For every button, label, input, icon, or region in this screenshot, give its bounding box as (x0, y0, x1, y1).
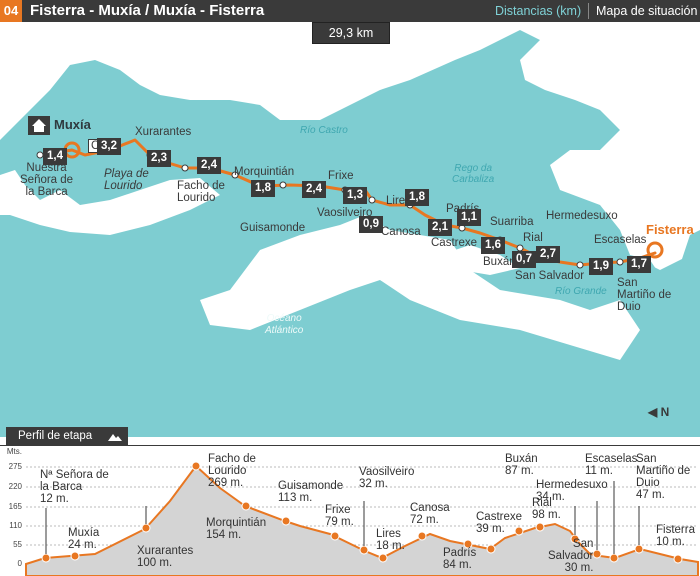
place-canosa: Canosa (381, 226, 421, 238)
profile-label: Guisamonde 113 m. (278, 480, 344, 504)
stage-number-badge: 04 (0, 0, 22, 22)
segment-distance: 2,3 (147, 150, 171, 167)
stage-title: Fisterra - Muxía / Muxía - Fisterra (30, 2, 265, 19)
river-castro-label: Río Castro (300, 125, 348, 136)
profile-label: Xurarantes 100 m. (137, 545, 194, 569)
profile-label: San Martiño de Duio 47 m. (636, 453, 691, 501)
axis-tick: 220 (8, 482, 22, 491)
distances-link[interactable]: Distancias (km) (495, 0, 581, 22)
segment-distance: 2,4 (197, 157, 221, 174)
axis-tick: 110 (9, 521, 22, 530)
segment-distance: 3,2 (97, 138, 121, 155)
place-rial: Rial (523, 232, 543, 244)
profile-label: Castrexe 39 m. (476, 511, 523, 535)
profile-label: San Salvador 30 m. (548, 538, 594, 574)
place-frixe: Frixe (328, 170, 354, 182)
place-fisterra: Fisterra (646, 222, 694, 237)
total-distance-box: 29,3 km (312, 22, 390, 44)
segment-distance: 1,8 (251, 180, 275, 197)
profile-label: Morquintián 154 m. (206, 517, 267, 541)
profile-label: Vaosilveiro 32 m. (359, 466, 415, 490)
profile-label: Frixe 79 m. (325, 504, 354, 528)
axis-unit: Mts. (6, 447, 22, 456)
segment-distance: 1,9 (589, 258, 613, 275)
segment-distance: 2,4 (302, 181, 326, 198)
place-morquintian: Morquintián (234, 166, 295, 178)
elevation-profile: Mts. 275 220 165 110 55 0 Nª Señora de l… (0, 445, 700, 576)
north-label: N (660, 405, 670, 419)
axis-tick: 275 (8, 462, 22, 471)
segment-distance: 1,3 (343, 187, 367, 204)
profile-label: Fisterra 10 m. (656, 524, 695, 548)
river-carbaliza-label: Rego da Carbaliza (452, 163, 495, 185)
place-muxia: Muxía (54, 117, 91, 132)
segment-distance: 2,1 (428, 219, 452, 236)
ocean-label: Océano Atlántico (265, 313, 304, 336)
place-facho: Facho de Lourido (177, 180, 225, 204)
place-san-martino: San Martiño de Duio (617, 277, 672, 313)
place-hermedesuxo: Hermedesuxo (546, 210, 618, 222)
profile-label: Lires 18 m. (376, 528, 405, 552)
profile-label: Canosa 72 m. (410, 502, 450, 526)
place-lires: Lires (386, 195, 411, 207)
profile-tab-label: Perfil de etapa (18, 430, 93, 442)
profile-label: Padrís 84 m. (443, 547, 477, 571)
segment-distance: 1,7 (627, 256, 651, 273)
profile-label: Muxía 24 m. (68, 527, 100, 551)
north-arrow-icon: ◀ (648, 405, 658, 419)
place-padris: Padrís (446, 203, 480, 215)
header-bar: 04 Fisterra - Muxía / Muxía - Fisterra D… (0, 0, 700, 22)
profile-label: Escaselas 11 m. (585, 453, 638, 477)
profile-label: Nª Señora de la Barca 12 m. (40, 469, 109, 505)
mountain-icon (108, 434, 122, 441)
place-lourido-beach: Playa de Lourido (104, 168, 149, 192)
map-canvas (0, 22, 700, 437)
axis-tick: 165 (8, 502, 22, 511)
axis-tick: 0 (17, 559, 22, 568)
profile-label: Facho de Lourido 269 m. (208, 453, 256, 489)
map-location-link[interactable]: Mapa de situación (596, 0, 697, 22)
place-vaosilveiro: Vaosilveiro (317, 207, 373, 219)
place-san-salvador: San Salvador (515, 270, 585, 282)
home-icon (28, 116, 50, 135)
place-guisamonde: Guisamonde (240, 222, 306, 234)
axis-tick: 55 (13, 540, 22, 549)
place-barca: Nuestra Señora de la Barca (20, 162, 74, 198)
route-map[interactable] (0, 22, 700, 437)
header-divider (588, 3, 589, 19)
segment-distance: 2,7 (536, 246, 560, 263)
place-xurarantes: Xurarantes (135, 126, 192, 138)
segment-distance: 1,6 (481, 237, 505, 254)
profile-tab[interactable]: Perfil de etapa (6, 427, 128, 445)
place-suarriba: Suarriba (490, 216, 534, 228)
profile-label: Buxán 87 m. (505, 453, 538, 477)
place-buxan: Buxán (483, 256, 516, 268)
place-escaselas: Escaselas (594, 234, 647, 246)
north-indicator: ◀ N (648, 405, 669, 419)
profile-label: Hermedesuxo 34 m. (536, 479, 608, 503)
river-grande-label: Río Grande (555, 286, 607, 297)
place-castrexe: Castrexe (431, 237, 478, 249)
